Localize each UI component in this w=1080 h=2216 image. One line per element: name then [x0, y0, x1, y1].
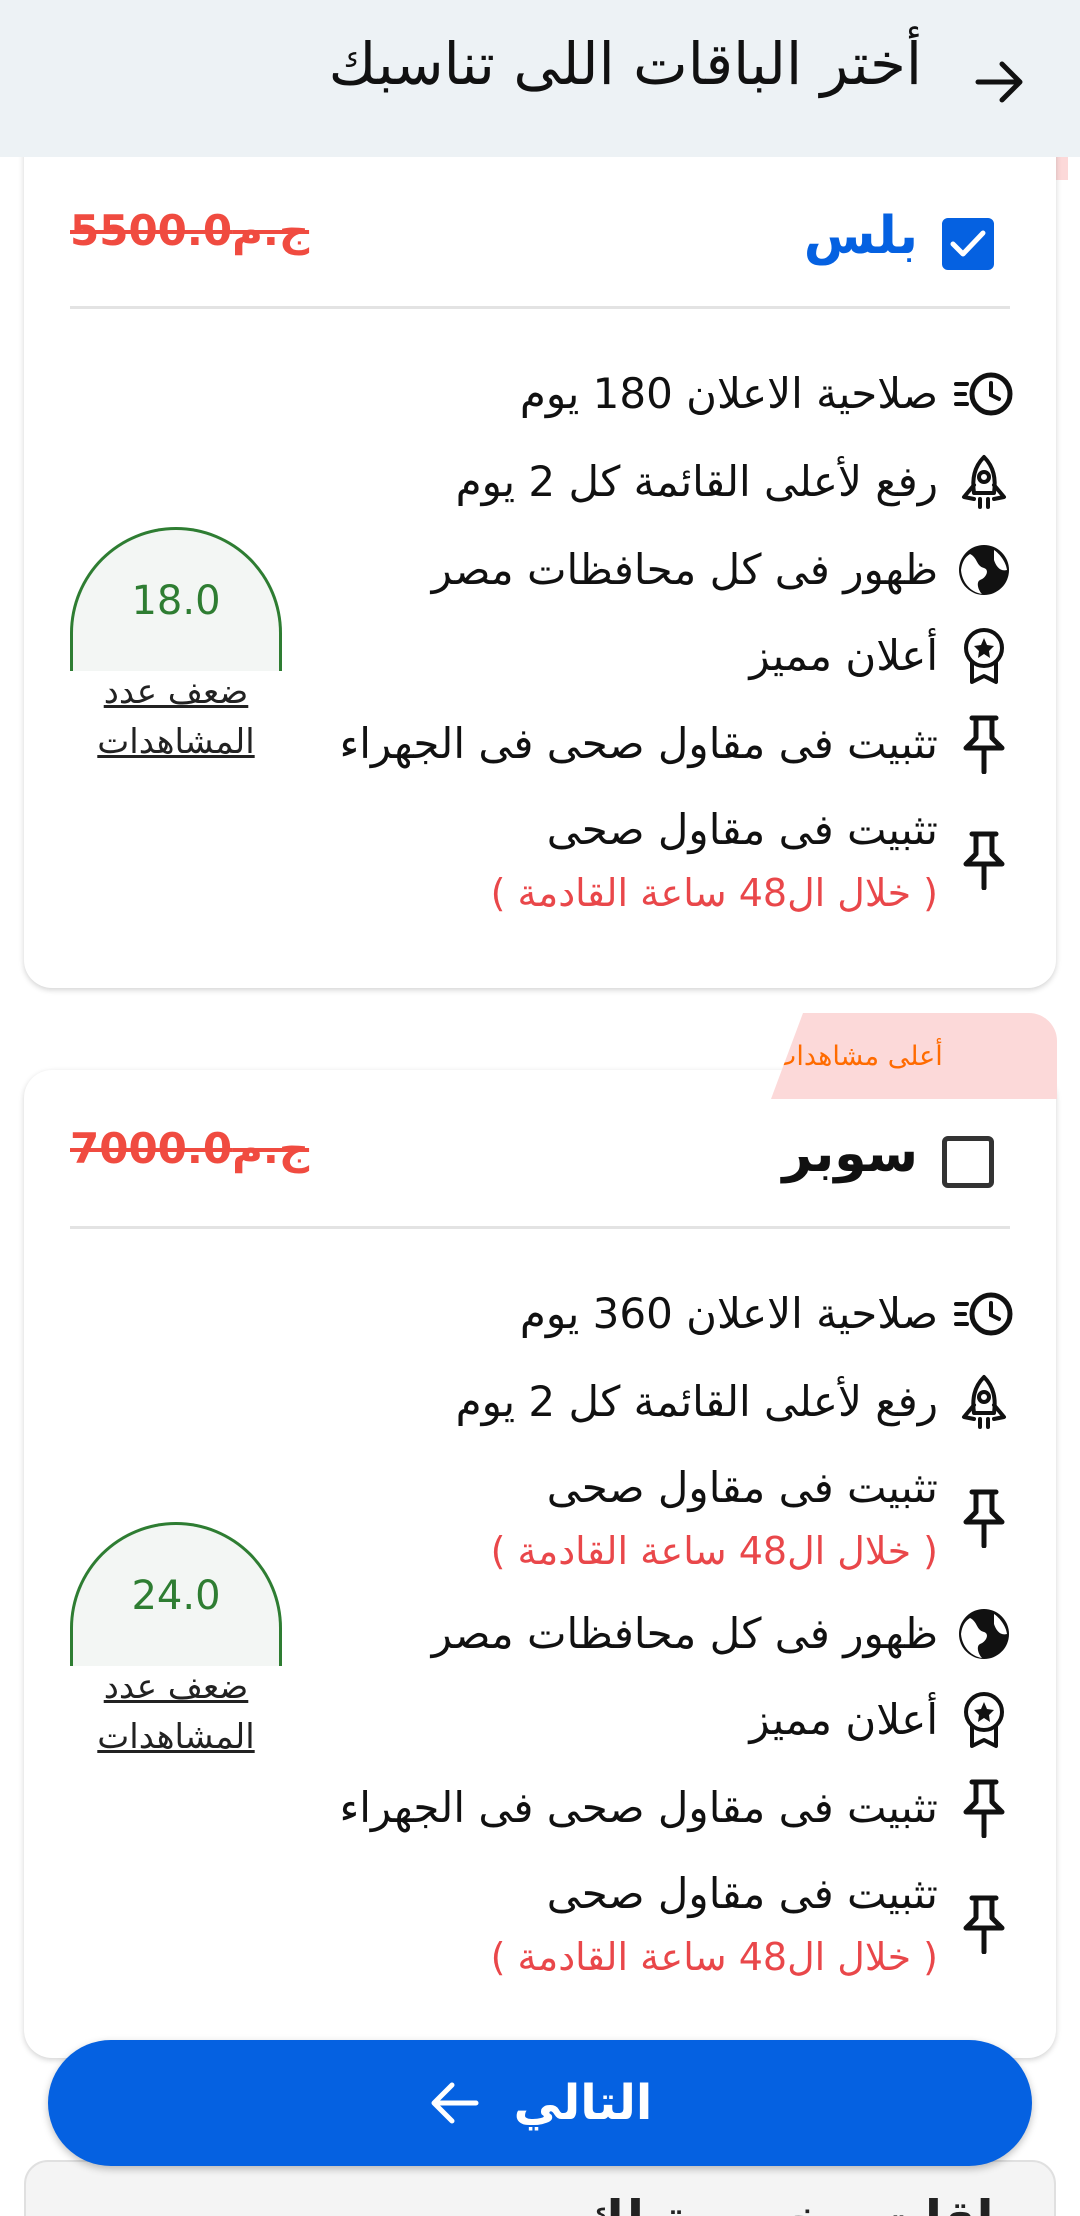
package-price: 7000.0ج.م: [70, 1124, 310, 1173]
globe-icon: [959, 545, 1009, 595]
back-button[interactable]: [968, 56, 1032, 108]
feature-note: ( خلال ال48 ساعة القادمة ): [490, 1935, 938, 1979]
package-price: 5500.0ج.م: [70, 206, 310, 255]
views-link[interactable]: ضعف عدد المشاهدات: [70, 667, 282, 767]
feature-item: ظهور فى كل محافظات مصر: [432, 538, 1016, 602]
clock-list-icon: [954, 372, 1013, 416]
feature-item: صلاحية الاعلان 180 يوم: [520, 362, 1016, 426]
feature-note: ( خلال ال48 ساعة القادمة ): [490, 871, 938, 915]
package-card-plus: بلس 5500.0ج.م صلاحية الاعلان 180 يوم رفع…: [24, 120, 1056, 988]
pin-icon: [963, 831, 1005, 890]
package-checkbox[interactable]: [942, 1136, 994, 1188]
feature-text: ظهور فى كل محافظات مصر: [431, 1609, 938, 1658]
feature-item: ظهور فى كل محافظات مصر: [432, 1602, 1016, 1666]
award-badge-icon: [964, 628, 1004, 684]
award-badge-icon: [964, 1692, 1004, 1748]
feature-item: تثبيت فى مقاول صحى ( خلال ال48 ساعة القا…: [491, 1456, 1016, 1582]
next-button[interactable]: التالي: [48, 2040, 1032, 2166]
top-views-ribbon: أعلى مشاهدات: [771, 1013, 1057, 1099]
package-checkbox[interactable]: [942, 218, 994, 270]
package-name: بلس: [803, 206, 918, 266]
feature-item: تثبيت فى مقاول صحى فى الجهراء: [339, 712, 1016, 776]
views-link[interactable]: ضعف عدد المشاهدات: [70, 1662, 282, 1762]
custom-packages-title: باقات مخصصة لك: [579, 2190, 1014, 2216]
feature-text: ظهور فى كل محافظات مصر: [431, 545, 938, 594]
feature-text: تثبيت فى مقاول صحى: [546, 1463, 938, 1512]
views-value: 18.0: [131, 577, 221, 624]
feature-note: ( خلال ال48 ساعة القادمة ): [490, 1529, 938, 1573]
globe-icon: [959, 1609, 1009, 1659]
feature-item: رفع لأعلى القائمة كل 2 يوم: [456, 1370, 1016, 1434]
next-button-label: التالي: [513, 2075, 653, 2131]
custom-packages-card[interactable]: باقات مخصصة لك: [24, 2160, 1056, 2216]
pin-icon: [963, 1489, 1005, 1548]
feature-text: رفع لأعلى القائمة كل 2 يوم: [455, 1377, 938, 1426]
divider: [70, 306, 1010, 309]
pin-icon: [963, 1779, 1005, 1838]
page-title: أختر الباقات اللى تناسبك: [328, 30, 922, 98]
rocket-icon: [962, 455, 1006, 509]
feature-item: تثبيت فى مقاول صحى ( خلال ال48 ساعة القا…: [491, 1862, 1016, 1988]
package-card-super: أعلى مشاهدات سوبر 7000.0ج.م صلاحية الاعل…: [24, 1013, 1057, 2058]
arrow-right-icon: [975, 61, 1023, 103]
feature-item: صلاحية الاعلان 360 يوم: [520, 1282, 1016, 1346]
feature-item: تثبيت فى مقاول صحى فى الجهراء: [339, 1776, 1016, 1840]
feature-item: تثبيت فى مقاول صحى ( خلال ال48 ساعة القا…: [491, 798, 1016, 924]
feature-text: تثبيت فى مقاول صحى: [546, 1869, 938, 1918]
feature-item: أعلان مميز: [749, 624, 1016, 688]
app-header: أختر الباقات اللى تناسبك: [0, 0, 1080, 157]
feature-text: أعلان مميز: [749, 631, 938, 680]
feature-text: تثبيت فى مقاول صحى: [546, 805, 938, 854]
feature-text: صلاحية الاعلان 360 يوم: [519, 1289, 938, 1338]
feature-text: تثبيت فى مقاول صحى فى الجهراء: [339, 719, 938, 768]
checkmark-icon: [950, 230, 986, 257]
feature-item: أعلان مميز: [749, 1688, 1016, 1752]
arrow-left-icon: [431, 2082, 479, 2124]
feature-text: تثبيت فى مقاول صحى فى الجهراء: [339, 1783, 938, 1832]
clock-list-icon: [954, 1292, 1013, 1336]
pin-icon: [963, 1895, 1005, 1954]
feature-text: صلاحية الاعلان 180 يوم: [519, 369, 938, 418]
package-name: سوبر: [782, 1124, 918, 1184]
views-badge: 24.0: [70, 1522, 282, 1666]
feature-text: رفع لأعلى القائمة كل 2 يوم: [455, 457, 938, 506]
pin-icon: [963, 715, 1005, 774]
divider: [70, 1226, 1010, 1229]
feature-item: رفع لأعلى القائمة كل 2 يوم: [456, 450, 1016, 514]
feature-text: أعلان مميز: [749, 1695, 938, 1744]
views-badge: 18.0: [70, 527, 282, 671]
views-value: 24.0: [131, 1572, 221, 1619]
rocket-icon: [962, 1375, 1006, 1429]
